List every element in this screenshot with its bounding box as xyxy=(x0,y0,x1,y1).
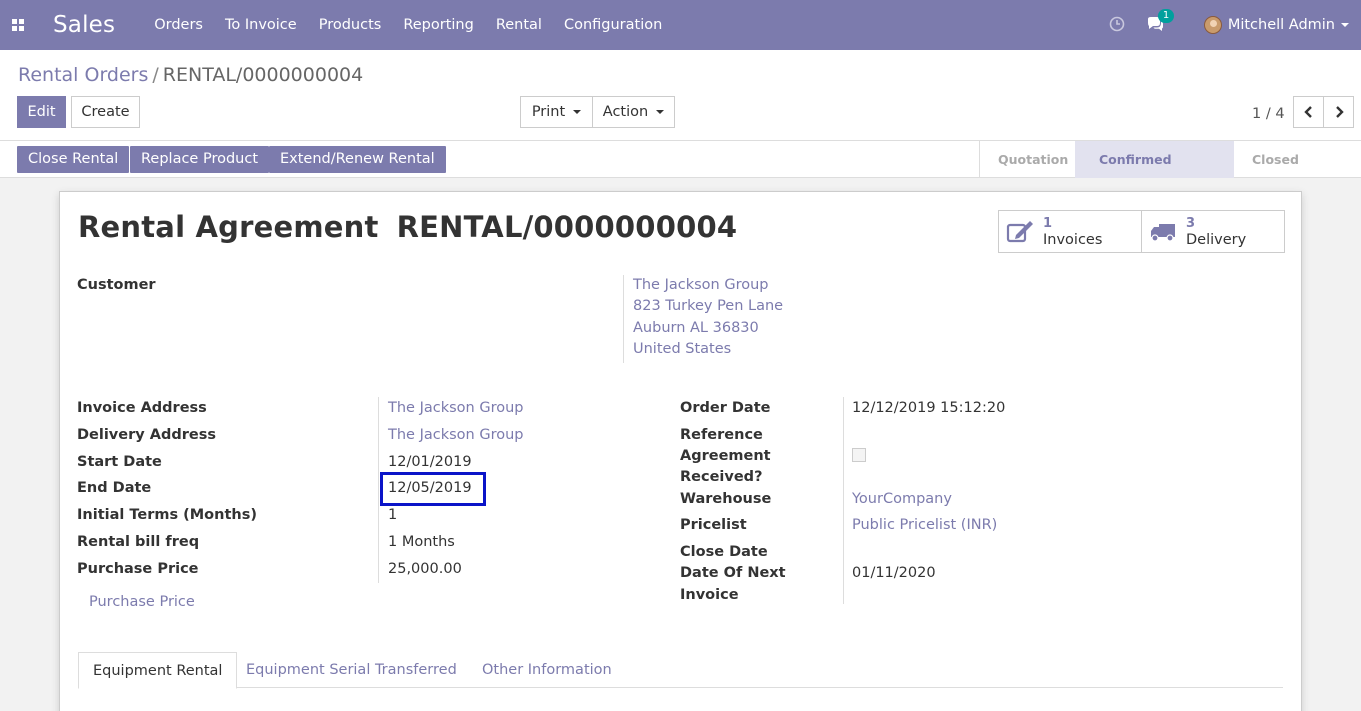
initial-terms-value: 1 xyxy=(388,507,398,523)
menu-configuration[interactable]: Configuration xyxy=(553,0,673,50)
customer-city[interactable]: Auburn AL 36830 xyxy=(633,318,759,339)
reference-agreement-label-line3: Received? xyxy=(680,469,763,485)
print-button[interactable]: Print xyxy=(520,96,593,128)
close-date-label: Close Date xyxy=(680,544,768,560)
customer-label: Customer xyxy=(77,277,156,293)
title-prefix: Rental Agreement xyxy=(78,210,379,244)
end-date-highlight-box xyxy=(380,472,486,506)
menu-orders[interactable]: Orders xyxy=(143,0,214,50)
right-fields-divider xyxy=(843,397,844,604)
top-navbar: Sales Orders To Invoice Products Reporti… xyxy=(0,0,1361,50)
replace-product-button[interactable]: Replace Product xyxy=(130,146,270,173)
control-panel: Rental Orders / RENTAL/0000000004 Edit Cre… xyxy=(0,50,1361,141)
reference-agreement-checkbox[interactable] xyxy=(852,448,866,462)
delivery-address-link[interactable]: The Jackson Group xyxy=(388,425,523,446)
messages-icon[interactable]: 1 xyxy=(1146,9,1175,35)
apps-menu-icon[interactable] xyxy=(0,0,36,50)
pricelist-label: Pricelist xyxy=(680,517,747,533)
reference-agreement-label-line1: Reference xyxy=(680,427,763,443)
action-button[interactable]: Action xyxy=(592,96,675,128)
messages-count-badge: 1 xyxy=(1157,9,1175,23)
stage-confirmed-rental[interactable]: Confirmed Rental xyxy=(1075,141,1234,204)
truck-icon xyxy=(1146,221,1180,243)
action-caret-icon xyxy=(656,110,665,114)
action-label: Action xyxy=(602,104,649,120)
tab-other-information[interactable]: Other Information xyxy=(468,652,626,688)
form-sheet: Rental Agreement RENTAL/0000000004 1 Invoi… xyxy=(59,191,1302,711)
stage-closed-rental[interactable]: Closed Rental xyxy=(1234,141,1361,204)
pager-next-button[interactable] xyxy=(1323,96,1354,128)
create-button[interactable]: Create xyxy=(71,96,140,128)
user-avatar[interactable] xyxy=(1203,16,1222,34)
delivery-address-label: Delivery Address xyxy=(77,427,216,443)
rental-bill-freq-value: 1 Months xyxy=(388,534,455,550)
pager-counter[interactable]: 1 / 4 xyxy=(1252,106,1285,122)
warehouse-link[interactable]: YourCompany xyxy=(852,489,952,510)
menu-to-invoice[interactable]: To Invoice xyxy=(214,0,308,50)
invoice-address-label: Invoice Address xyxy=(77,400,207,416)
tab-equipment-serial-transferred[interactable]: Equipment Serial Transferred xyxy=(232,652,471,688)
order-date-value: 12/12/2019 15:12:20 xyxy=(852,400,1006,416)
start-date-label: Start Date xyxy=(77,454,162,470)
user-name[interactable]: Mitchell Admin xyxy=(1228,17,1335,33)
next-invoice-label-line2: Invoice xyxy=(680,587,739,603)
chevron-left-icon xyxy=(1303,106,1312,118)
breadcrumb: Rental Orders / RENTAL/0000000004 xyxy=(18,64,363,86)
notebook-tabs: Equipment Rental Equipment Serial Transf… xyxy=(78,652,1283,689)
start-date-value: 12/01/2019 xyxy=(388,454,472,470)
stage-quotation[interactable]: Quotation xyxy=(979,141,1075,178)
menu-rental[interactable]: Rental xyxy=(485,0,553,50)
breadcrumb-separator: / xyxy=(152,64,159,86)
close-rental-button[interactable]: Close Rental xyxy=(17,146,130,173)
customer-country[interactable]: United States xyxy=(633,339,731,360)
customer-street[interactable]: 823 Turkey Pen Lane xyxy=(633,296,783,317)
page-title: Rental Agreement RENTAL/0000000004 xyxy=(78,210,737,244)
next-invoice-value: 01/11/2020 xyxy=(852,565,936,581)
invoices-label: Invoices xyxy=(1043,231,1103,248)
invoice-address-link[interactable]: The Jackson Group xyxy=(388,398,523,419)
status-bar: Close Rental Replace Product Extend/Rene… xyxy=(0,141,1361,204)
print-caret-icon xyxy=(573,110,582,114)
purchase-price-link[interactable]: Purchase Price xyxy=(89,592,195,613)
purchase-price-label: Purchase Price xyxy=(77,561,199,577)
invoices-count: 1 xyxy=(1043,215,1053,231)
print-label: Print xyxy=(531,104,566,120)
activity-clock-icon[interactable] xyxy=(1108,15,1128,35)
delivery-count: 3 xyxy=(1186,215,1196,231)
pager-previous-button[interactable] xyxy=(1293,96,1324,128)
purchase-price-value: 25,000.00 xyxy=(388,561,462,577)
customer-divider xyxy=(623,275,624,363)
extend-renew-rental-button[interactable]: Extend/Renew Rental xyxy=(269,146,446,173)
app-name[interactable]: Sales xyxy=(53,12,115,38)
next-invoice-label-line1: Date Of Next xyxy=(680,565,786,581)
title-reference: RENTAL/0000000004 xyxy=(396,210,738,244)
left-fields-divider xyxy=(378,397,379,583)
warehouse-label: Warehouse xyxy=(680,491,772,507)
delivery-smart-button[interactable]: 3 Delivery xyxy=(1141,210,1285,253)
rental-bill-freq-label: Rental bill freq xyxy=(77,534,200,550)
chevron-right-icon xyxy=(1335,106,1344,118)
initial-terms-label: Initial Terms (Months) xyxy=(77,507,257,523)
stage-pipeline: Quotation Confirmed Rental Closed Rental xyxy=(979,141,1361,204)
user-menu-caret-icon[interactable] xyxy=(1341,23,1349,27)
reference-agreement-label-line2: Agreement xyxy=(680,448,771,464)
delivery-label: Delivery xyxy=(1186,231,1247,248)
invoices-smart-button[interactable]: 1 Invoices xyxy=(998,210,1142,253)
breadcrumb-current: RENTAL/0000000004 xyxy=(162,64,364,86)
order-date-label: Order Date xyxy=(680,400,771,416)
pencil-square-icon xyxy=(1003,220,1037,244)
edit-button[interactable]: Edit xyxy=(17,96,66,128)
breadcrumb-rental-orders[interactable]: Rental Orders xyxy=(18,64,148,86)
menu-reporting[interactable]: Reporting xyxy=(392,0,485,50)
end-date-label: End Date xyxy=(77,480,152,496)
customer-name-link[interactable]: The Jackson Group xyxy=(633,275,768,296)
menu-products[interactable]: Products xyxy=(308,0,393,50)
tab-equipment-rental[interactable]: Equipment Rental xyxy=(78,652,238,689)
pricelist-link[interactable]: Public Pricelist (INR) xyxy=(852,515,997,536)
